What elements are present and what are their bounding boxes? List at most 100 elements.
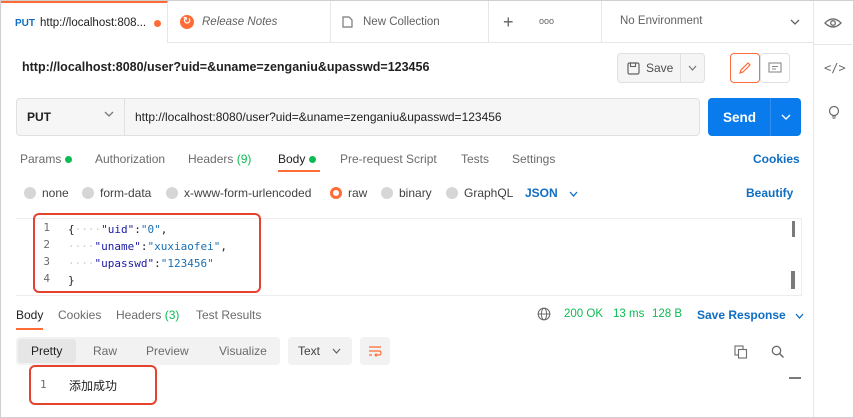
tab-new-collection[interactable]: New Collection (331, 1, 489, 43)
cookies-link[interactable]: Cookies (753, 152, 800, 166)
request-title: http://localhost:8080/user?uid=&uname=ze… (22, 60, 430, 74)
radio-binary-label: binary (399, 186, 432, 200)
radio-raw-label: raw (348, 186, 368, 200)
tab-settings[interactable]: Settings (512, 152, 555, 166)
response-size[interactable]: 128 B (652, 308, 682, 320)
copy-icon[interactable] (734, 345, 748, 359)
editor-scrollbar[interactable] (790, 219, 802, 297)
unsaved-dot-icon (154, 19, 162, 27)
radio-dot (166, 187, 178, 199)
view-preview[interactable]: Preview (146, 344, 189, 358)
body-format-select[interactable]: JSON (525, 186, 578, 200)
chevron-down-icon (790, 19, 800, 25)
radio-urlencoded[interactable]: x-www-form-urlencoded (166, 186, 311, 200)
tab-tests[interactable]: Tests (461, 152, 489, 166)
response-time[interactable]: 13 ms (613, 308, 644, 320)
method-select[interactable]: PUT (17, 99, 125, 135)
save-button[interactable]: Save (617, 53, 705, 83)
response-tab-body[interactable]: Body (16, 308, 44, 330)
search-icon[interactable] (771, 345, 785, 359)
tab-body[interactable]: Body (278, 152, 317, 166)
more-tabs-button[interactable]: ooo (539, 16, 554, 26)
save-options-button[interactable] (680, 54, 704, 82)
url-input[interactable]: http://localhost:8080/user?uid=&uname=ze… (135, 110, 502, 124)
tab-headers[interactable]: Headers (9) (188, 152, 251, 166)
radio-dot-selected (330, 187, 342, 199)
collection-icon (342, 16, 353, 28)
save-icon (627, 61, 640, 75)
environment-selector[interactable]: No Environment (601, 1, 813, 43)
radio-urlencoded-label: x-www-form-urlencoded (184, 186, 312, 200)
body-indicator-dot (309, 156, 317, 164)
sidebar-divider (814, 44, 854, 45)
tab-prerequest-script[interactable]: Pre-request Script (340, 152, 437, 166)
tab-label: New Collection (363, 16, 440, 28)
response-scrollbar-thumb[interactable] (789, 377, 801, 379)
active-tab-underline (278, 170, 320, 172)
chevron-down-icon (781, 114, 791, 120)
comments-button[interactable] (760, 53, 790, 83)
response-tab-cookies[interactable]: Cookies (58, 308, 101, 322)
save-label: Save (646, 61, 674, 75)
scrollbar-thumb[interactable] (792, 221, 795, 237)
response-tab-headers[interactable]: Headers (3) (116, 308, 179, 322)
chevron-down-icon (332, 348, 341, 354)
response-status[interactable]: 200 OK (564, 308, 603, 320)
tab-params-label: Params (20, 152, 62, 166)
radio-dot (24, 187, 36, 199)
tab-authorization[interactable]: Authorization (95, 152, 165, 166)
view-visualize[interactable]: Visualize (219, 344, 267, 358)
save-response-button[interactable]: Save Response (697, 308, 804, 322)
radio-binary[interactable]: binary (381, 186, 432, 200)
edit-button[interactable] (730, 53, 760, 83)
highlight-box (29, 365, 157, 405)
new-tab-button[interactable]: + (503, 12, 514, 33)
radio-dot (381, 187, 393, 199)
tab-release-notes[interactable]: ↻ Release Notes (168, 1, 331, 43)
view-raw[interactable]: Raw (93, 344, 117, 358)
scrollbar-thumb[interactable] (791, 271, 795, 289)
chevron-down-icon (104, 111, 114, 117)
save-response-label: Save Response (697, 308, 786, 322)
params-indicator-dot (65, 156, 73, 164)
highlight-box (33, 213, 261, 293)
send-button[interactable]: Send (708, 98, 801, 136)
body-format-label: JSON (525, 186, 558, 200)
lightbulb-icon[interactable] (827, 105, 841, 121)
radio-none[interactable]: none (24, 186, 69, 200)
radio-dot (446, 187, 458, 199)
radio-graphql-label: GraphQL (464, 186, 514, 200)
radio-graphql[interactable]: GraphQL (446, 186, 513, 200)
tab-body-label: Body (278, 152, 306, 166)
tab-label: Release Notes (202, 16, 278, 28)
radio-dot (82, 187, 94, 199)
headers-count: (9) (236, 152, 252, 166)
wrap-lines-button[interactable] (360, 337, 390, 365)
response-tab-test-results[interactable]: Test Results (196, 308, 261, 322)
tab-headers-label: Headers (188, 152, 234, 166)
eye-icon[interactable] (824, 17, 842, 29)
chevron-down-icon (795, 313, 804, 319)
method-label: PUT (27, 110, 51, 124)
send-label: Send (723, 109, 757, 125)
code-icon[interactable]: </> (824, 61, 846, 75)
response-format-label: Text (298, 344, 321, 358)
beautify-button[interactable]: Beautify (746, 186, 793, 200)
environment-label: No Environment (620, 15, 703, 27)
tab-put-request[interactable]: PUT http://localhost:808... (1, 1, 168, 43)
tab-method: PUT (15, 17, 35, 29)
radio-none-label: none (42, 186, 69, 200)
comment-icon (768, 61, 782, 73)
radio-raw[interactable]: raw (330, 186, 367, 200)
response-headers-label: Headers (116, 308, 162, 322)
response-format-select[interactable]: Text (288, 337, 352, 365)
wrap-icon (369, 346, 382, 357)
radio-form-data-label: form-data (100, 186, 152, 200)
radio-form-data[interactable]: form-data (82, 186, 151, 200)
send-options-button[interactable] (770, 98, 801, 136)
globe-icon[interactable] (537, 307, 551, 321)
url-bar: PUT http://localhost:8080/user?uid=&unam… (16, 98, 700, 136)
view-pretty[interactable]: Pretty (31, 344, 62, 358)
tab-params[interactable]: Params (20, 152, 73, 166)
response-headers-count: (3) (164, 308, 180, 322)
